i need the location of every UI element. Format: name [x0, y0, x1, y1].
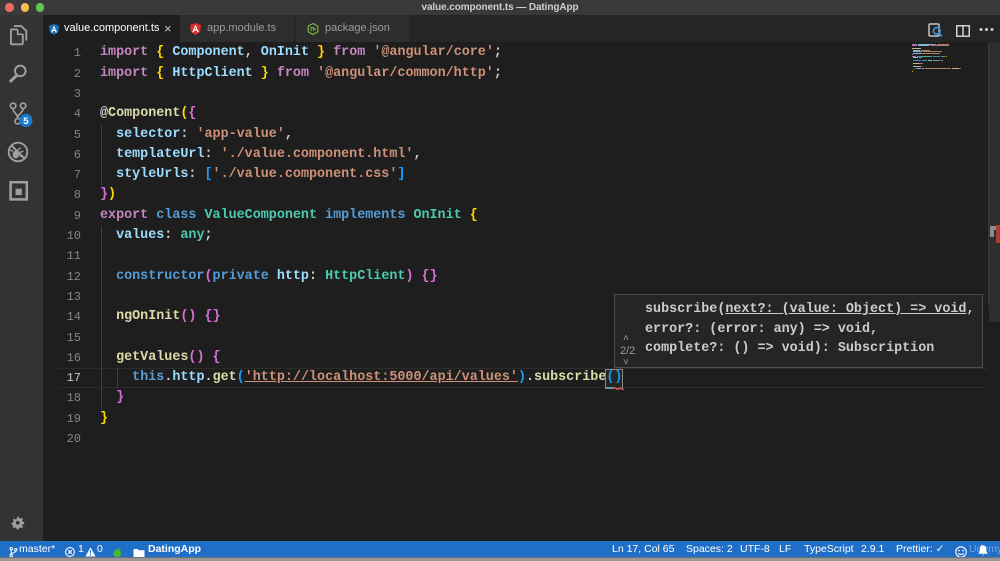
svg-text:5: 5: [23, 116, 29, 127]
